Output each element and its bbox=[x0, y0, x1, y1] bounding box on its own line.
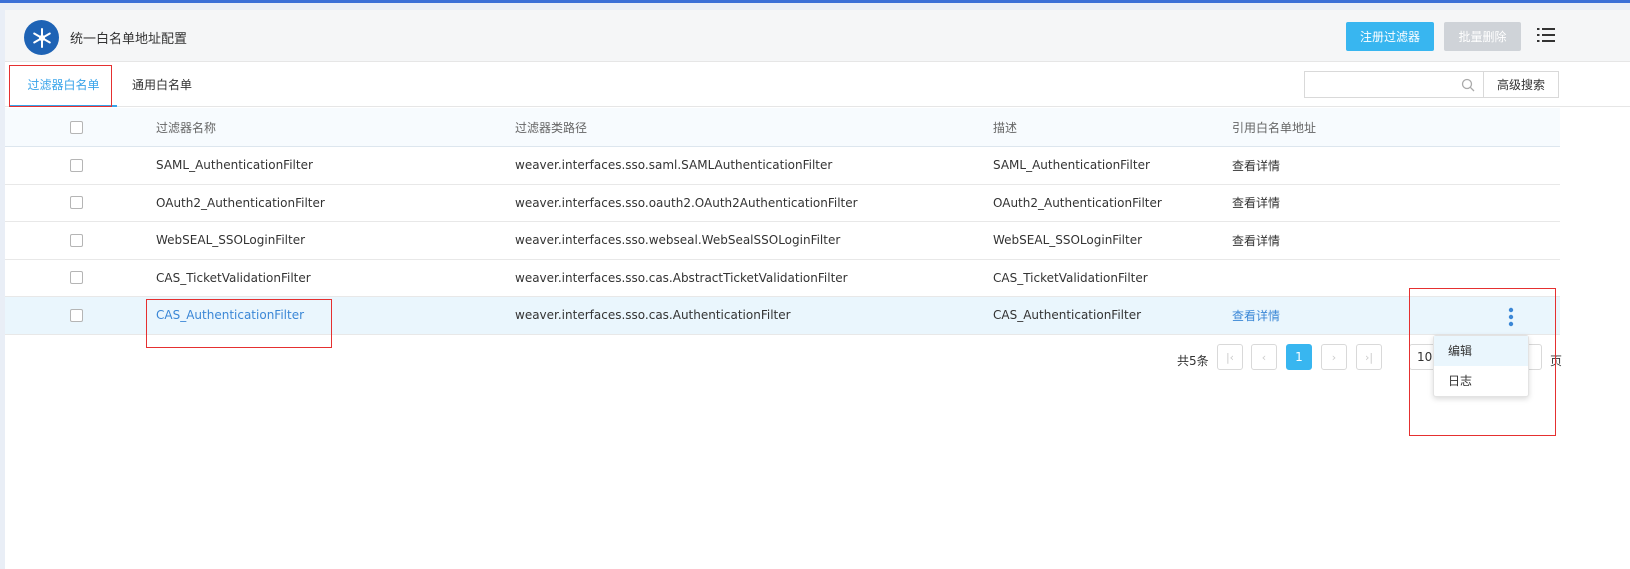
total-count: 共5条 bbox=[1177, 354, 1209, 368]
table-row: SAML_AuthenticationFilter weaver.interfa… bbox=[5, 147, 1560, 185]
row-checkbox[interactable] bbox=[70, 158, 83, 172]
column-header-ref: 引用白名单地址 bbox=[1232, 120, 1317, 135]
filter-desc: SAML_AuthenticationFilter bbox=[993, 158, 1150, 173]
snowflake-logo-icon bbox=[24, 20, 59, 55]
filter-desc: OAuth2_AuthenticationFilter bbox=[993, 195, 1162, 210]
table-row: OAuth2_AuthenticationFilter weaver.inter… bbox=[5, 185, 1560, 222]
column-header-name: 过滤器名称 bbox=[156, 120, 217, 135]
top-accent-line bbox=[0, 0, 1630, 3]
page-unit-label: 页 bbox=[1550, 354, 1563, 368]
filter-name: OAuth2_AuthenticationFilter bbox=[156, 195, 325, 210]
next-page-icon[interactable]: › bbox=[1321, 344, 1347, 370]
search-input[interactable] bbox=[1305, 72, 1455, 97]
row-checkbox[interactable] bbox=[70, 271, 83, 285]
view-details-link[interactable]: 查看详情 bbox=[1232, 222, 1280, 259]
page-header: 统一白名单地址配置 注册过滤器 批量删除 bbox=[5, 10, 1630, 62]
tab-filter-whitelist[interactable]: 过滤器白名单 bbox=[10, 63, 117, 107]
page-button-current[interactable]: 1 bbox=[1286, 344, 1312, 370]
search-icon[interactable] bbox=[1461, 77, 1475, 92]
filter-name: CAS_TicketValidationFilter bbox=[156, 270, 311, 285]
last-page-icon[interactable]: ›| bbox=[1356, 344, 1382, 370]
row-action-menu: 编辑 日志 bbox=[1433, 335, 1529, 397]
filter-table: 过滤器名称 过滤器类路径 描述 引用白名单地址 SAML_Authenticat… bbox=[5, 108, 1560, 335]
column-header-desc: 描述 bbox=[993, 120, 1018, 135]
column-header-path: 过滤器类路径 bbox=[515, 120, 588, 135]
page-title: 统一白名单地址配置 bbox=[70, 32, 188, 47]
table-row-highlighted: CAS_AuthenticationFilter weaver.interfac… bbox=[5, 297, 1560, 335]
view-details-link[interactable]: 查看详情 bbox=[1232, 297, 1280, 334]
first-page-icon[interactable]: |‹ bbox=[1217, 344, 1243, 370]
advanced-search-button[interactable]: 高级搜索 bbox=[1483, 71, 1559, 98]
tab-general-whitelist[interactable]: 通用白名单 bbox=[132, 63, 192, 107]
filter-name: SAML_AuthenticationFilter bbox=[156, 158, 313, 173]
filter-desc: CAS_AuthenticationFilter bbox=[993, 308, 1142, 323]
filter-path: weaver.interfaces.sso.webseal.WebSealSSO… bbox=[515, 233, 841, 248]
app-container: 统一白名单地址配置 注册过滤器 批量删除 过滤器白名单 通用白名单 高级搜索 过… bbox=[5, 10, 1630, 569]
filter-name: WebSEAL_SSOLoginFilter bbox=[156, 233, 306, 248]
tab-bar: 过滤器白名单 通用白名单 高级搜索 bbox=[5, 63, 1630, 107]
batch-delete-button[interactable]: 批量删除 bbox=[1444, 22, 1521, 51]
view-details-link[interactable]: 查看详情 bbox=[1232, 147, 1280, 184]
view-details-link[interactable]: 查看详情 bbox=[1232, 185, 1280, 222]
more-options-icon[interactable] bbox=[1507, 307, 1515, 327]
select-all-checkbox[interactable] bbox=[70, 120, 83, 134]
filter-path: weaver.interfaces.sso.saml.SAMLAuthentic… bbox=[515, 158, 833, 173]
row-checkbox[interactable] bbox=[70, 233, 83, 247]
search-box bbox=[1304, 71, 1483, 98]
register-filter-button[interactable]: 注册过滤器 bbox=[1346, 22, 1434, 51]
filter-desc: WebSEAL_SSOLoginFilter bbox=[993, 233, 1143, 248]
filter-path: weaver.interfaces.sso.cas.AbstractTicket… bbox=[515, 270, 848, 285]
prev-page-icon[interactable]: ‹ bbox=[1251, 344, 1277, 370]
menu-item-edit[interactable]: 编辑 bbox=[1434, 336, 1528, 366]
filter-path: weaver.interfaces.sso.cas.Authentication… bbox=[515, 308, 791, 323]
pagination: 共5条 |‹ ‹ 1 › ›| 10 页 bbox=[5, 343, 1630, 373]
table-row: WebSEAL_SSOLoginFilter weaver.interfaces… bbox=[5, 222, 1560, 260]
table-header: 过滤器名称 过滤器类路径 描述 引用白名单地址 bbox=[5, 108, 1560, 147]
row-checkbox[interactable] bbox=[70, 308, 83, 322]
table-row: CAS_TicketValidationFilter weaver.interf… bbox=[5, 260, 1560, 297]
row-checkbox[interactable] bbox=[70, 196, 83, 210]
filter-name-link[interactable]: CAS_AuthenticationFilter bbox=[156, 297, 304, 334]
list-menu-icon[interactable] bbox=[1537, 27, 1555, 43]
filter-desc: CAS_TicketValidationFilter bbox=[993, 270, 1148, 285]
menu-item-log[interactable]: 日志 bbox=[1434, 366, 1528, 396]
filter-path: weaver.interfaces.sso.oauth2.OAuth2Authe… bbox=[515, 195, 858, 210]
